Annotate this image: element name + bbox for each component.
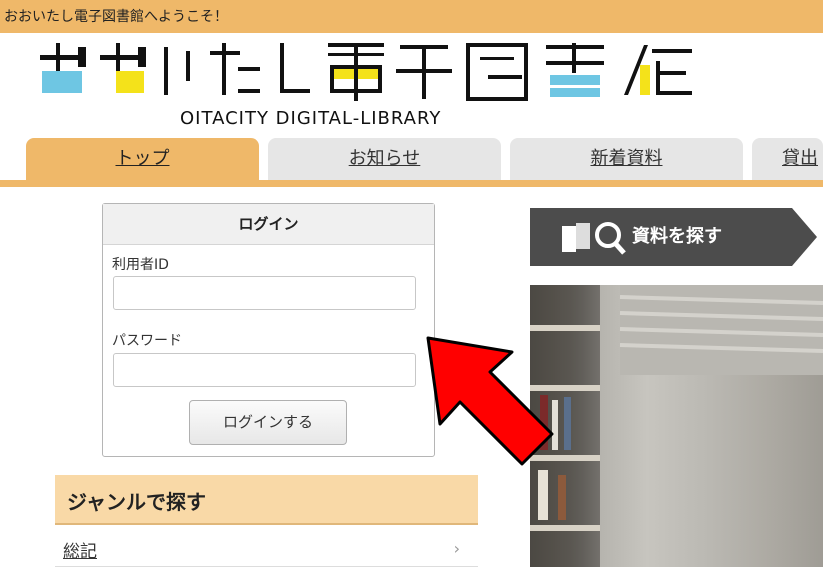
genre-item[interactable]: 総記 › (55, 530, 478, 567)
red-arrow-icon (426, 336, 554, 466)
tab-top[interactable]: トップ (26, 138, 259, 180)
bookshelf-image (530, 285, 823, 567)
nav-divider (0, 180, 823, 187)
welcome-bar: おおいたし電子図書館へようこそ！ (0, 0, 823, 33)
user-id-input[interactable] (113, 276, 416, 310)
chevron-right-icon: › (453, 539, 460, 558)
site-logo-graphic (40, 43, 692, 101)
logo-subtitle: OITACITY DIGITAL-LIBRARY (180, 108, 442, 129)
user-id-label: 利用者ID (112, 257, 169, 273)
search-materials-label: 資料を探す (632, 226, 722, 247)
library-photo (530, 285, 823, 567)
password-label: パスワード (112, 333, 182, 349)
book-search-icon (562, 222, 626, 255)
page-root: { "header": { "welcome": "おおいたし電子図書館へようこ… (0, 0, 823, 567)
tab-news[interactable]: お知らせ (268, 138, 501, 180)
search-materials-banner[interactable]: 資料を探す (530, 208, 823, 266)
genre-search-header: ジャンルで探す (55, 475, 478, 525)
genre-item-label[interactable]: 総記 (63, 537, 97, 562)
welcome-text: おおいたし電子図書館へようこそ！ (4, 9, 228, 25)
login-title: ログイン (103, 204, 434, 245)
tab-lending[interactable]: 貸出 (752, 138, 823, 180)
site-logo[interactable] (38, 41, 718, 103)
genre-search-title: ジャンルで探す (67, 490, 206, 514)
tab-new-materials[interactable]: 新着資料 (510, 138, 743, 180)
login-panel: ログイン 利用者ID パスワード ログインする (102, 203, 435, 457)
login-button[interactable]: ログインする (189, 400, 347, 445)
password-input[interactable] (113, 353, 416, 387)
